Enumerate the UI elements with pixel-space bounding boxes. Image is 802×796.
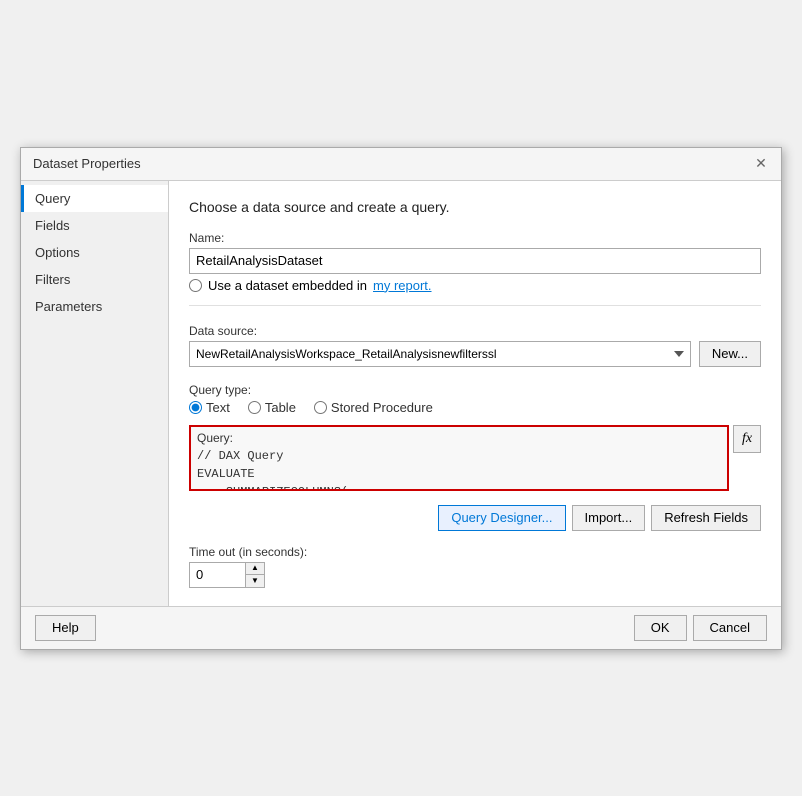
timeout-label: Time out (in seconds): [189, 545, 761, 559]
name-section: Name: Use a dataset embedded in my repor… [189, 231, 761, 293]
dialog-body: Query Fields Options Filters Parameters … [21, 181, 781, 606]
close-button[interactable]: ✕ [753, 156, 769, 172]
dataset-properties-dialog: Dataset Properties ✕ Query Fields Option… [20, 147, 782, 650]
name-input[interactable] [189, 248, 761, 274]
datasource-label: Data source: [189, 324, 761, 338]
query-textarea[interactable]: // DAX Query EVALUATE SUMMARIZECOLUMNS( … [191, 447, 727, 489]
datasource-select[interactable]: NewRetailAnalysisWorkspace_RetailAnalysi… [189, 341, 691, 367]
query-type-label: Query type: [189, 383, 761, 397]
query-box: Query: // DAX Query EVALUATE SUMMARIZECO… [189, 425, 729, 491]
main-content: Choose a data source and create a query.… [169, 181, 781, 606]
footer-right: OK Cancel [634, 615, 767, 641]
query-label: Query: [191, 427, 727, 447]
datasource-section: Data source: NewRetailAnalysisWorkspace_… [189, 324, 761, 367]
spinner-down-button[interactable]: ▼ [246, 575, 264, 587]
new-datasource-button[interactable]: New... [699, 341, 761, 367]
help-button[interactable]: Help [35, 615, 96, 641]
spinner-buttons: ▲ ▼ [245, 562, 265, 588]
radio-stored-proc[interactable] [314, 401, 327, 414]
action-row: Query Designer... Import... Refresh Fiel… [189, 505, 761, 531]
query-type-row: Text Table Stored Procedure [189, 400, 761, 415]
query-type-section: Query type: Text Table Stored Procedure [189, 383, 761, 415]
radio-text[interactable] [189, 401, 202, 414]
sidebar-item-options[interactable]: Options [21, 239, 168, 266]
embedded-row: Use a dataset embedded in my report. [189, 278, 761, 293]
spinner-up-button[interactable]: ▲ [246, 563, 264, 576]
embedded-label: Use a dataset embedded in [208, 278, 367, 293]
my-report-link[interactable]: my report. [373, 278, 432, 293]
sidebar-item-fields[interactable]: Fields [21, 212, 168, 239]
dialog-title: Dataset Properties [33, 156, 141, 171]
dialog-footer: Help OK Cancel [21, 606, 781, 649]
sidebar-item-query[interactable]: Query [21, 185, 168, 212]
sidebar-item-parameters[interactable]: Parameters [21, 293, 168, 320]
query-area-wrapper: Query: // DAX Query EVALUATE SUMMARIZECO… [189, 425, 761, 491]
timeout-section: Time out (in seconds): ▲ ▼ [189, 545, 761, 588]
name-label: Name: [189, 231, 761, 245]
embedded-radio[interactable] [189, 279, 202, 292]
refresh-fields-button[interactable]: Refresh Fields [651, 505, 761, 531]
radio-stored-proc-label-text: Stored Procedure [331, 400, 433, 415]
spinner-row: ▲ ▼ [189, 562, 761, 588]
sidebar: Query Fields Options Filters Parameters [21, 181, 169, 606]
fx-button[interactable]: fx [733, 425, 761, 453]
title-bar: Dataset Properties ✕ [21, 148, 781, 181]
query-designer-button[interactable]: Query Designer... [438, 505, 565, 531]
divider-1 [189, 305, 761, 306]
radio-text-label[interactable]: Text [189, 400, 230, 415]
radio-table-label-text: Table [265, 400, 296, 415]
import-button[interactable]: Import... [572, 505, 646, 531]
radio-stored-proc-label[interactable]: Stored Procedure [314, 400, 433, 415]
timeout-input[interactable] [189, 562, 245, 588]
radio-table-label[interactable]: Table [248, 400, 296, 415]
ok-button[interactable]: OK [634, 615, 687, 641]
datasource-row: NewRetailAnalysisWorkspace_RetailAnalysi… [189, 341, 761, 367]
radio-text-label-text: Text [206, 400, 230, 415]
radio-table[interactable] [248, 401, 261, 414]
sidebar-item-filters[interactable]: Filters [21, 266, 168, 293]
section-heading: Choose a data source and create a query. [189, 199, 761, 215]
cancel-button[interactable]: Cancel [693, 615, 767, 641]
